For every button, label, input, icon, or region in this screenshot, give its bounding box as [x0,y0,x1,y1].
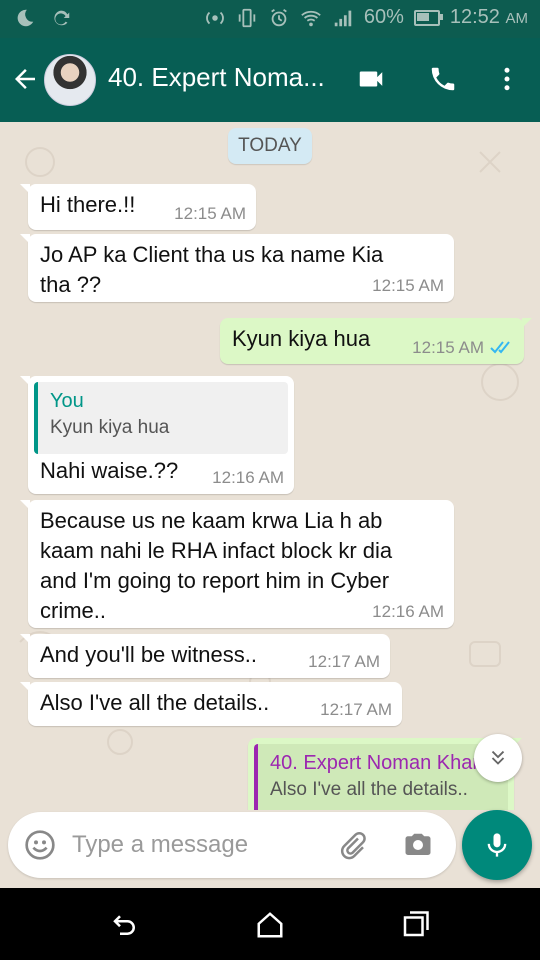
message-text: Nahi waise.?? [40,458,179,483]
message-text: Hi there.!! [40,192,136,217]
message-bubble-in[interactable]: And you'll be witness.. 12:17 AM [20,634,390,678]
message-bubble-in[interactable]: Also I've all the details.. 12:17 AM [20,682,402,726]
nfc-icon [205,11,224,24]
message-time: 12:16 AM [212,468,284,487]
battery-icon [413,9,443,26]
nav-back-icon[interactable] [110,910,140,940]
message-bubble-out[interactable]: 40. Expert Noman Khan Also I've all the … [248,738,522,810]
double-check-icon [490,341,510,354]
message-text: And you'll be witness.. [40,642,257,667]
message-text: Also I've all the details.. [40,690,270,715]
quote-author: You [50,390,84,412]
message-bubble-in[interactable]: You Kyun kiya hua Nahi waise.?? 12:16 AM [20,376,294,494]
status-bar: 60% 12:52 AM [0,0,540,38]
emoji-icon[interactable] [24,829,56,861]
microphone-icon [487,833,507,857]
system-nav-bar [0,888,540,960]
quote-text: Kyun kiya hua [50,417,170,438]
message-text: Jo AP ka Client tha us ka name Kia tha ?? [40,242,384,297]
phone-icon[interactable] [428,64,458,94]
quoted-message[interactable]: 40. Expert Noman Khan Also I've all the … [254,744,508,810]
message-time: 12:16 AM [372,602,444,621]
message-input[interactable]: Type a message [72,830,248,860]
message-bubble-out[interactable]: Kyun kiya hua 12:15 AM [220,318,532,364]
message-time: 12:15 AM [412,338,484,357]
message-list[interactable]: TODAY Hi there.!! 12:15 AM Jo AP ka Clie… [0,122,540,810]
moon-icon [17,9,34,27]
message-text: Kyun kiya hua [232,326,371,351]
voice-record-button[interactable] [462,810,532,880]
sync-icon [54,10,70,26]
contact-name[interactable]: 40. Expert Noma... [108,62,344,93]
clock: 12:52 AM [449,6,528,28]
battery-percent: 60% [363,6,404,28]
quote-text: Also I've all the details.. [270,779,468,800]
message-time: 12:15 AM [372,276,444,295]
video-call-icon[interactable] [354,64,388,94]
message-bubble-in[interactable]: Jo AP ka Client tha us ka name Kia tha ??… [20,234,454,302]
avatar[interactable] [44,54,96,106]
chat-header: 40. Expert Noma... [0,38,540,122]
message-bubble-in[interactable]: Because us ne kaam krwa Lia h ab kaam nah… [20,500,454,628]
wifi-icon [301,10,321,26]
signal-icon [334,10,352,26]
alarm-icon [271,8,287,26]
back-arrow-icon[interactable] [10,64,40,94]
camera-icon[interactable] [402,830,434,860]
message-composer: Type a message [8,812,456,878]
nav-recents-icon[interactable] [400,910,430,940]
vibrate-icon [238,8,256,27]
message-time: 12:15 AM [174,204,246,223]
more-vert-icon[interactable] [492,64,522,94]
quote-author: 40. Expert Noman Khan [270,752,484,774]
attach-icon[interactable] [338,831,368,861]
message-time: 12:17 AM [320,700,392,719]
scroll-to-bottom-button[interactable] [474,734,522,782]
nav-home-icon[interactable] [255,910,285,940]
date-divider: TODAY [228,128,312,164]
message-text: Because us ne kaam krwa Lia h ab kaam nah… [40,508,393,623]
double-chevron-down-icon [491,750,505,765]
message-bubble-in[interactable]: Hi there.!! 12:15 AM [20,184,256,230]
quoted-message[interactable]: You Kyun kiya hua [34,382,288,454]
message-time: 12:17 AM [308,652,380,671]
